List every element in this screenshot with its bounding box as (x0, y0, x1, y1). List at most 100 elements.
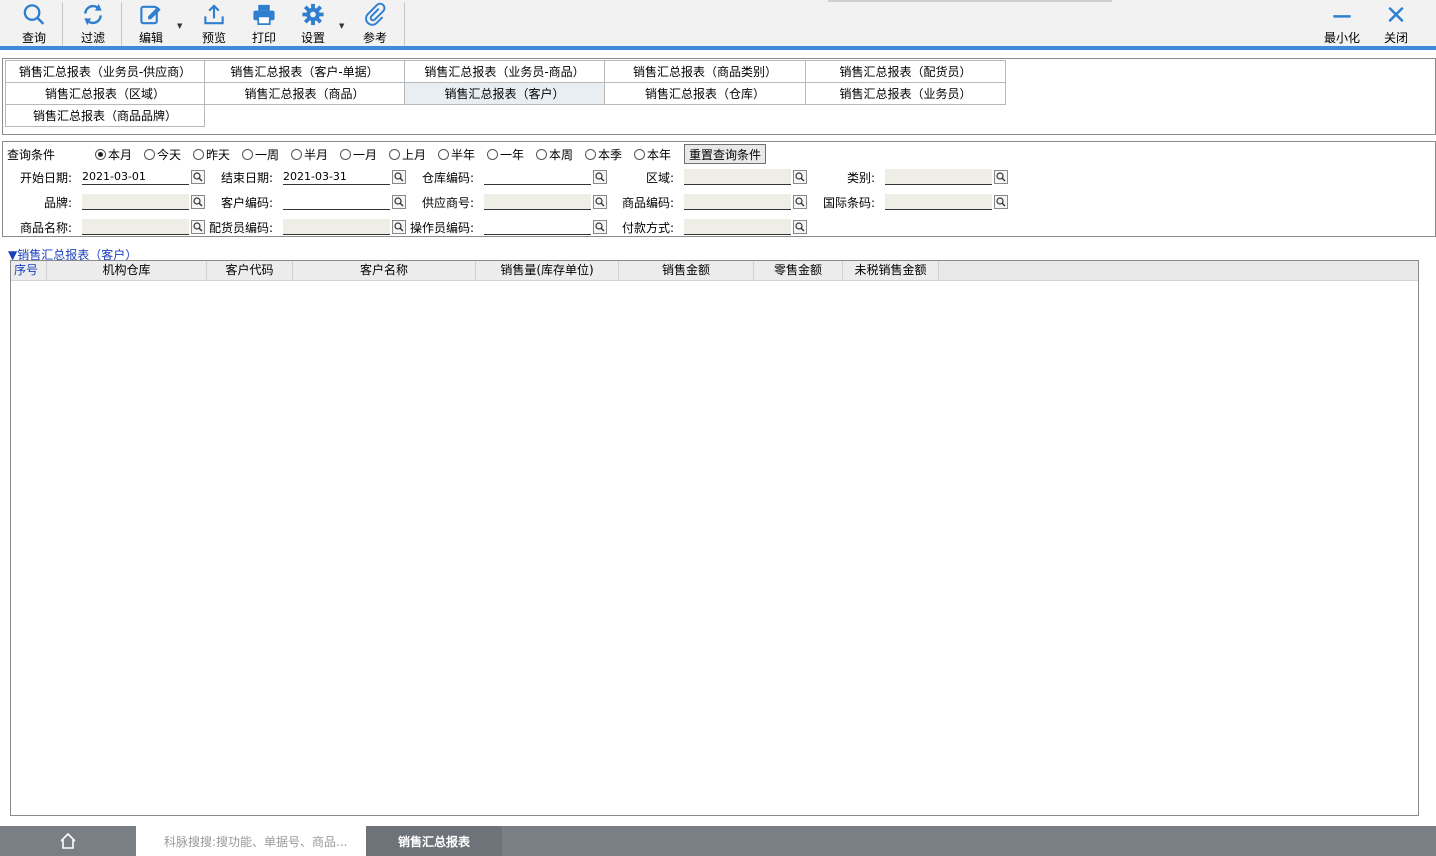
tab-product-brand[interactable]: 销售汇总报表（商品品牌） (5, 104, 205, 127)
period-radio-half-month[interactable]: 半月 (291, 146, 328, 163)
category-lookup[interactable] (994, 170, 1008, 184)
column-header-sales-quantity[interactable]: 销售量(库存单位) (476, 261, 619, 280)
region-field[interactable] (684, 169, 791, 185)
reference-button[interactable]: 参考 (355, 2, 395, 46)
settings-button[interactable]: 设置 (293, 2, 333, 46)
customer-code-field[interactable] (283, 194, 390, 210)
global-search-input[interactable]: 科脉搜搜:搜功能、单据号、商品... (136, 826, 366, 856)
report-grid[interactable]: 序号 机构仓库 客户代码 客户名称 销售量(库存单位) 销售金额 零售金额 未税… (10, 260, 1419, 816)
radio-label: 本月 (108, 148, 133, 162)
supplier-no-label: 供应商号: (422, 196, 475, 210)
filter-button[interactable]: 过滤 (73, 2, 113, 46)
column-header-retail-amount[interactable]: 零售金额 (754, 261, 843, 280)
edit-label: 编辑 (138, 31, 163, 45)
radio-indicator (634, 149, 645, 160)
minimize-label: 最小化 (1323, 31, 1360, 45)
tab-customer-document[interactable]: 销售汇总报表（客户-单据） (204, 60, 405, 83)
payment-method-field[interactable] (684, 219, 791, 235)
column-header-warehouse[interactable]: 机构仓库 (47, 261, 207, 280)
end-date-lookup[interactable] (392, 170, 406, 184)
search-icon (394, 197, 404, 207)
search-icon (795, 222, 805, 232)
period-radio-this-month[interactable]: 本月 (95, 146, 132, 163)
period-radio-half-year[interactable]: 半年 (438, 146, 475, 163)
brand-label: 品牌: (44, 196, 73, 210)
tab-product-category[interactable]: 销售汇总报表（商品类别） (604, 60, 806, 83)
search-icon (595, 172, 605, 182)
supplier-no-lookup[interactable] (593, 195, 607, 209)
settings-dropdown-arrow[interactable]: ▼ (339, 22, 344, 30)
product-name-lookup[interactable] (191, 220, 205, 234)
period-radio-this-quarter[interactable]: 本季 (585, 146, 622, 163)
tab-product[interactable]: 销售汇总报表（商品） (204, 82, 405, 105)
column-header-customer-name[interactable]: 客户名称 (293, 261, 476, 280)
radio-label: 昨天 (206, 148, 231, 162)
period-radio-week[interactable]: 一周 (242, 146, 279, 163)
period-radio-one-month[interactable]: 一月 (340, 146, 377, 163)
refresh-icon (84, 3, 102, 26)
end-date-field[interactable]: 2021-03-31 (283, 169, 390, 185)
close-button[interactable]: 关闭 (1376, 2, 1416, 46)
warehouse-code-label: 仓库编码: (422, 171, 475, 185)
edit-button[interactable]: 编辑 (131, 2, 171, 46)
column-header-pretax-amount[interactable]: 未税销售金额 (843, 261, 939, 280)
region-lookup[interactable] (793, 170, 807, 184)
payment-method-lookup[interactable] (793, 220, 807, 234)
tab-salesperson-supplier[interactable]: 销售汇总报表（业务员-供应商） (5, 60, 205, 83)
tab-customer[interactable]: 销售汇总报表（客户） (404, 82, 605, 105)
barcode-lookup[interactable] (994, 195, 1008, 209)
print-button[interactable]: 打印 (244, 2, 284, 46)
search-icon (23, 4, 44, 25)
radio-label: 今天 (157, 148, 182, 162)
product-code-lookup[interactable] (793, 195, 807, 209)
supplier-no-field[interactable] (484, 194, 591, 210)
settings-label: 设置 (300, 31, 325, 45)
warehouse-code-lookup[interactable] (593, 170, 607, 184)
tab-salesperson[interactable]: 销售汇总报表（业务员） (805, 82, 1006, 105)
picker-code-field[interactable] (283, 219, 390, 235)
picker-code-lookup[interactable] (392, 220, 406, 234)
period-radio-yesterday[interactable]: 昨天 (193, 146, 230, 163)
brand-lookup[interactable] (191, 195, 205, 209)
tab-sales-summary[interactable]: 销售汇总报表 (366, 826, 502, 856)
period-radio-this-year[interactable]: 本年 (634, 146, 671, 163)
preview-button[interactable]: 预览 (194, 2, 234, 46)
start-date-lookup[interactable] (191, 170, 205, 184)
search-icon (595, 197, 605, 207)
period-radio-this-week[interactable]: 本周 (536, 146, 573, 163)
start-date-label: 开始日期: (20, 171, 73, 185)
customer-code-lookup[interactable] (392, 195, 406, 209)
toolbar-divider (404, 2, 405, 46)
period-radio-today[interactable]: 今天 (144, 146, 181, 163)
barcode-label: 国际条码: (823, 196, 876, 210)
barcode-field[interactable] (885, 194, 992, 210)
minimize-button[interactable]: 最小化 (1320, 2, 1364, 46)
home-button[interactable] (0, 826, 136, 856)
period-radio-last-month[interactable]: 上月 (389, 146, 426, 163)
column-header-customer-code[interactable]: 客户代码 (207, 261, 293, 280)
start-date-field[interactable]: 2021-03-01 (82, 169, 189, 185)
warehouse-code-field[interactable] (484, 169, 591, 185)
customer-code-label: 客户编码: (221, 196, 274, 210)
filter-label: 过滤 (80, 31, 105, 45)
tab-salesperson-product[interactable]: 销售汇总报表（业务员-商品） (404, 60, 605, 83)
tab-region[interactable]: 销售汇总报表（区域） (5, 82, 205, 105)
query-button[interactable]: 查询 (14, 2, 54, 46)
category-field[interactable] (885, 169, 992, 185)
tab-warehouse[interactable]: 销售汇总报表（仓库） (604, 82, 806, 105)
radio-label: 本周 (549, 148, 574, 162)
payment-method-label: 付款方式: (622, 221, 675, 235)
edit-dropdown-arrow[interactable]: ▼ (177, 22, 182, 30)
product-name-field[interactable] (82, 219, 189, 235)
product-code-field[interactable] (684, 194, 791, 210)
column-header-index[interactable]: 序号 (11, 261, 47, 280)
query-label: 查询 (21, 31, 46, 45)
operator-code-lookup[interactable] (593, 220, 607, 234)
period-radio-one-year[interactable]: 一年 (487, 146, 524, 163)
operator-code-field[interactable] (484, 219, 591, 235)
column-header-sales-amount[interactable]: 销售金额 (619, 261, 754, 280)
reset-query-button[interactable]: 重置查询条件 (684, 144, 766, 164)
brand-field[interactable] (82, 194, 189, 210)
tab-picker[interactable]: 销售汇总报表（配货员） (805, 60, 1006, 83)
radio-indicator (585, 149, 596, 160)
